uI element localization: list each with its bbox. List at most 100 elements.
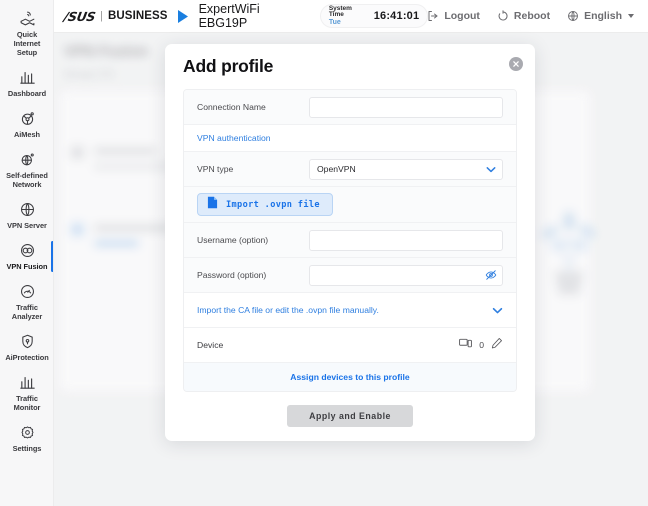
device-actions: 0 — [459, 336, 503, 354]
vpn-authentication-label: VPN authentication — [184, 125, 516, 152]
sidebar-item-label: AiProtection — [5, 353, 49, 363]
connection-name-label: Connection Name — [197, 102, 266, 112]
background-row-line — [94, 241, 139, 246]
brand-business-label: BUSINESS — [107, 10, 168, 22]
username-label: Username (option) — [197, 235, 269, 245]
background-row-line — [94, 148, 156, 154]
logout-label: Logout — [444, 10, 480, 22]
vpn-type-row: VPN type OpenVPN — [184, 152, 516, 187]
chevron-right-icon — [177, 9, 190, 24]
brand-block: /SUS | BUSINESS ExpertWiFi EBG19P — [62, 2, 309, 30]
sidebar-item-label: Dashboard — [7, 89, 47, 99]
system-time-labels: System Time Tue — [328, 4, 368, 27]
sidebar-item-traffic-analyzer[interactable]: Traffic Analyzer — [0, 277, 53, 327]
vpn-type-selected-value: OpenVPN — [317, 164, 356, 174]
connection-name-input[interactable] — [309, 96, 503, 118]
close-icon[interactable] — [509, 57, 523, 71]
traffic-monitor-icon — [19, 374, 36, 391]
assign-devices-link[interactable]: Assign devices to this profile — [184, 363, 516, 391]
reboot-icon — [497, 10, 509, 22]
system-time-day: Tue — [328, 19, 341, 27]
reboot-label: Reboot — [513, 10, 551, 22]
vpn-type-select-wrap: OpenVPN — [309, 158, 503, 180]
username-input[interactable] — [309, 229, 503, 251]
import-ovpn-button[interactable]: Import .ovpn file — [197, 193, 333, 216]
header-actions: Logout Reboot English — [427, 10, 634, 22]
dashboard-icon — [19, 69, 36, 86]
sidebar-item-label: Self-defined Network — [6, 171, 48, 190]
top-header: /SUS | BUSINESS ExpertWiFi EBG19P System… — [54, 0, 648, 33]
reboot-button[interactable]: Reboot — [497, 10, 550, 22]
sidebar-item-label: AiMesh — [14, 130, 40, 140]
sidebar-item-aimesh[interactable]: AiMesh — [0, 104, 53, 145]
password-label: Password (option) — [197, 270, 267, 280]
background-row-icon — [71, 146, 84, 159]
device-count: 0 — [479, 340, 484, 350]
sidebar-item-label: VPN Fusion — [6, 262, 48, 272]
apply-and-enable-button[interactable]: Apply and Enable — [287, 405, 413, 427]
sidebar-item-label: Quick Internet Setup — [13, 30, 41, 58]
app-root: Quick Internet Setup Dashboard AiMesh Se… — [0, 0, 648, 506]
import-ovpn-label: Import .ovpn file — [226, 199, 320, 210]
username-row: Username (option) — [184, 223, 516, 258]
device-label: Device — [197, 340, 224, 350]
system-time-widget: System Time Tue 16:41:01 — [320, 4, 428, 27]
modal-title: Add profile — [183, 56, 274, 76]
password-input[interactable] — [309, 264, 503, 286]
sidebar-item-label: Traffic Monitor — [13, 394, 41, 413]
sidebar-item-aiprotection[interactable]: AiProtection — [0, 327, 53, 368]
aimesh-icon — [19, 110, 36, 127]
asus-logo: /SUS — [62, 8, 97, 24]
sidebar-item-label: VPN Server — [7, 221, 47, 231]
router-model-name: ExpertWiFi EBG19P — [198, 2, 260, 30]
sidebar-item-settings[interactable]: Settings — [0, 418, 53, 459]
pencil-icon[interactable] — [491, 336, 503, 354]
sidebar-item-label: Traffic Analyzer — [11, 303, 43, 322]
sidebar-item-label: Settings — [12, 444, 42, 454]
connection-name-row: Connection Name — [184, 90, 516, 125]
sidebar-item-traffic-monitor[interactable]: Traffic Monitor — [0, 368, 53, 418]
device-row: Device 0 — [184, 328, 516, 363]
sidebar-item-vpn-server[interactable]: VPN Server — [0, 195, 53, 236]
monitor-icon — [459, 336, 473, 354]
main-sidebar: Quick Internet Setup Dashboard AiMesh Se… — [0, 0, 54, 506]
background-page-title: VPN Fusion — [64, 43, 149, 60]
quick-internet-setup-icon — [19, 10, 36, 27]
background-row-icon — [71, 223, 84, 236]
eye-off-icon[interactable] — [485, 269, 497, 281]
add-profile-modal: Add profile Connection Name VPN authenti… — [165, 44, 535, 441]
logout-icon — [427, 10, 439, 22]
password-input-wrap — [309, 264, 503, 286]
vpn-server-icon — [19, 201, 36, 218]
password-row: Password (option) — [184, 258, 516, 293]
vpn-type-label: VPN type — [197, 164, 234, 174]
sidebar-item-dashboard[interactable]: Dashboard — [0, 63, 53, 104]
vpn-fusion-icon — [19, 242, 36, 259]
language-label: English — [584, 10, 622, 22]
aiprotection-icon — [19, 333, 36, 350]
logout-button[interactable]: Logout — [427, 10, 480, 22]
modal-footer: Apply and Enable — [165, 392, 535, 427]
language-selector[interactable]: English — [567, 10, 634, 22]
background-plant-illustration — [540, 211, 597, 295]
sidebar-item-quick-internet-setup[interactable]: Quick Internet Setup — [0, 4, 53, 63]
chevron-down-icon — [492, 301, 503, 319]
brand-separator: | — [100, 10, 103, 22]
file-icon — [207, 196, 218, 214]
import-ca-file-label: Import the CA file or edit the .ovpn fil… — [197, 305, 379, 315]
modal-header: Add profile — [165, 44, 535, 89]
globe-icon — [567, 10, 579, 22]
settings-icon — [19, 424, 36, 441]
self-defined-network-icon — [19, 151, 36, 168]
system-time-clock: 16:41:01 — [373, 10, 420, 22]
system-time-label: System Time — [328, 4, 352, 19]
import-ovpn-row: Import .ovpn file — [184, 187, 516, 223]
sidebar-item-self-defined-network[interactable]: Self-defined Network — [0, 145, 53, 195]
vpn-type-select[interactable]: OpenVPN — [309, 158, 503, 180]
import-ca-file-row[interactable]: Import the CA file or edit the .ovpn fil… — [184, 293, 516, 328]
chevron-down-icon — [628, 14, 634, 18]
traffic-analyzer-icon — [19, 283, 36, 300]
profile-form-card: Connection Name VPN authentication VPN t… — [183, 89, 517, 392]
background-page-subtitle: Manage VPN — [64, 69, 115, 79]
sidebar-item-vpn-fusion[interactable]: VPN Fusion — [0, 236, 53, 277]
